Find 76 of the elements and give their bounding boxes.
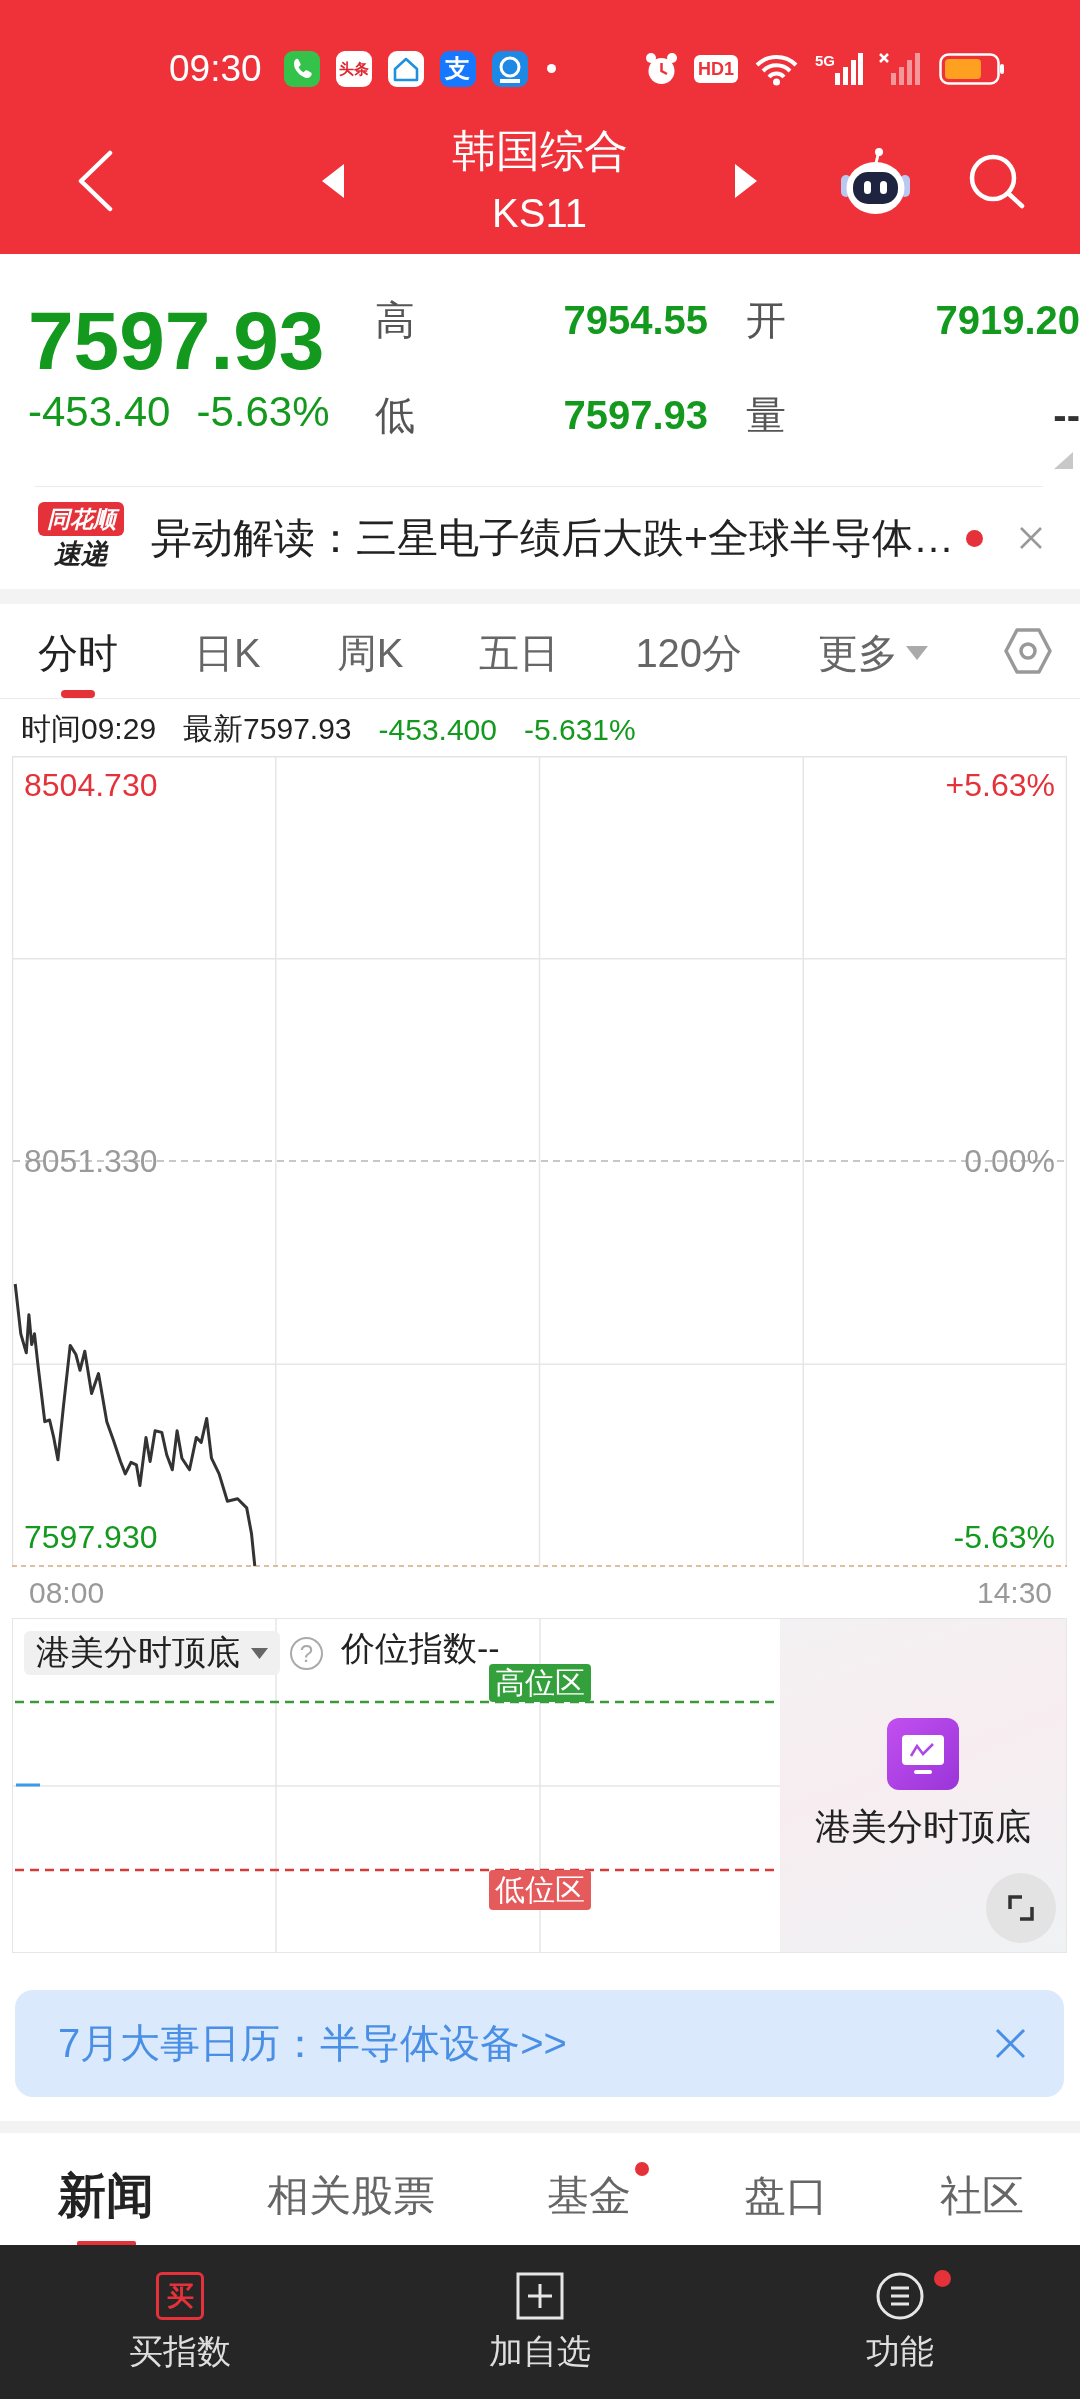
close-icon[interactable]: [1019, 526, 1043, 550]
latest-price: 最新7597.93: [183, 711, 352, 747]
stat-label: 开: [746, 297, 787, 344]
no-signal-icon: [879, 52, 923, 85]
price-axis-label: 8504.730: [24, 767, 158, 803]
robot-icon[interactable]: [839, 146, 912, 215]
promo-label: 港美分时顶底: [815, 1807, 1031, 1847]
buy-button[interactable]: 买 买指数: [0, 2245, 360, 2399]
period-tab[interactable]: 更多: [818, 604, 929, 698]
ring-app-icon: [491, 50, 528, 87]
price-axis-label: 7597.930: [24, 1519, 158, 1555]
logo-subtitle: 速递: [54, 538, 108, 571]
caret-icon: [251, 1647, 268, 1659]
logo-label: 同花顺: [38, 502, 124, 536]
percent-change: -5.63%: [196, 391, 330, 433]
time-axis-label: 14:30: [976, 1576, 1053, 1609]
time-axis-label: 08:00: [29, 1576, 105, 1609]
stat-value: --: [1053, 392, 1080, 439]
content-tab[interactable]: 相关股票: [266, 2133, 435, 2245]
page-title: 韩国综合: [451, 125, 628, 177]
period-tab[interactable]: 分时: [38, 604, 118, 698]
signal-icon: [835, 52, 863, 85]
network-label: 5G: [815, 52, 835, 68]
battery-icon: [939, 52, 1005, 85]
price-change: -453.400: [378, 712, 497, 747]
stat-label: 高: [375, 297, 416, 344]
settings-icon[interactable]: [1004, 628, 1053, 674]
zone-label: 低位区: [489, 1870, 591, 1910]
plus-square-icon: [516, 2272, 564, 2320]
content-tab[interactable]: 新闻: [58, 2133, 154, 2245]
period-tab[interactable]: 五日: [479, 604, 560, 698]
index-price: 7597.93: [28, 300, 326, 382]
indicator-title: 价位指数--: [341, 1633, 500, 1663]
indicator-dropdown[interactable]: 港美分时顶底: [24, 1631, 280, 1675]
period-tab[interactable]: 周K: [336, 604, 404, 698]
quote-time: 时间09:29: [21, 711, 157, 747]
index-code: KS11: [492, 190, 587, 237]
promo-card[interactable]: 港美分时顶底: [780, 1619, 1066, 1952]
close-icon[interactable]: [995, 2028, 1026, 2059]
stat-value: 7919.20: [935, 297, 1080, 344]
phone-icon: [283, 50, 320, 87]
content-tab[interactable]: 基金: [547, 2133, 631, 2245]
percent-axis-label: 0.00%: [964, 1143, 1055, 1179]
caret-left-icon[interactable]: [322, 163, 344, 198]
news-headline[interactable]: 异动解读：三星电子绩后大跌+全球半导体…: [151, 510, 954, 566]
functions-button[interactable]: 功能: [720, 2245, 1080, 2399]
zone-label: 高位区: [489, 1664, 591, 1702]
stat-value: 7954.55: [563, 297, 708, 344]
caret-icon: [906, 646, 929, 660]
period-tab[interactable]: 日K: [194, 604, 261, 698]
fullscreen-icon[interactable]: [986, 1873, 1056, 1943]
app-icon: 头条: [335, 50, 372, 87]
chart-monitor-icon: [887, 1718, 959, 1790]
percent-axis-label: -5.63%: [953, 1519, 1055, 1555]
stat-label: 低: [375, 392, 416, 439]
buy-icon: 买: [156, 2272, 204, 2320]
percent-change: -5.631%: [523, 712, 636, 747]
alarm-icon: [644, 52, 678, 85]
hd-indicator: HD1: [693, 54, 738, 83]
content-tab[interactable]: 社区: [940, 2133, 1024, 2245]
stat-value: 7597.93: [563, 392, 708, 439]
price-change: -453.40: [28, 391, 171, 433]
status-time: 09:30: [169, 48, 262, 89]
caret-right-icon[interactable]: [735, 163, 757, 198]
indicator-mark: [16, 1783, 40, 1787]
add-watchlist-button[interactable]: 加自选: [360, 2245, 720, 2399]
back-icon[interactable]: [76, 149, 114, 212]
dot-icon: [546, 64, 556, 73]
percent-axis-label: +5.63%: [945, 767, 1055, 803]
price-axis-label: 8051.330: [24, 1143, 158, 1179]
menu-icon: [876, 2272, 924, 2320]
period-tab[interactable]: 120分: [635, 604, 743, 698]
content-tab[interactable]: 盘口: [743, 2133, 828, 2245]
house-icon: [387, 50, 424, 87]
app-icon: 支: [439, 50, 476, 87]
stat-label: 量: [746, 392, 787, 439]
